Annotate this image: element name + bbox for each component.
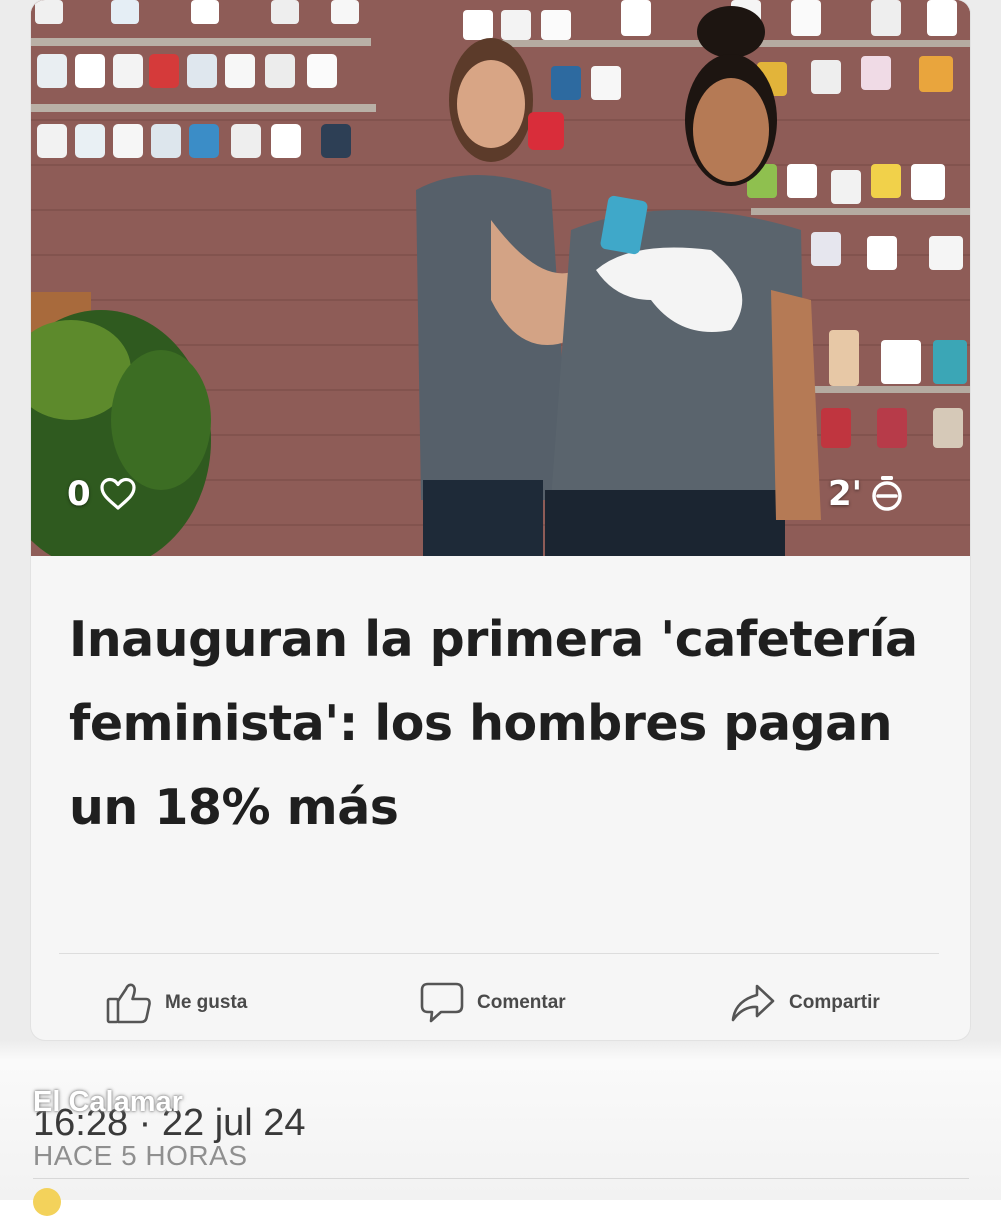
divider bbox=[59, 953, 939, 954]
comment-label: Comentar bbox=[477, 992, 566, 1013]
share-icon bbox=[727, 980, 777, 1026]
news-post-card[interactable]: 0 2' Inauguran la primera 'cafetería fem… bbox=[31, 0, 970, 1040]
share-label: Compartir bbox=[789, 992, 880, 1013]
source-name[interactable]: El Calamar bbox=[33, 1086, 183, 1119]
stopwatch-icon bbox=[870, 475, 904, 513]
likes-counter[interactable]: 0 bbox=[67, 474, 137, 514]
screenshot-frame: 0 2' Inauguran la primera 'cafetería fem… bbox=[0, 0, 1001, 1216]
cafe-photo-illustration bbox=[31, 0, 970, 556]
post-headline[interactable]: Inauguran la primera 'cafetería feminist… bbox=[69, 598, 929, 850]
bottom-divider bbox=[33, 1178, 969, 1179]
read-time: 2' bbox=[828, 474, 904, 514]
like-label: Me gusta bbox=[165, 992, 248, 1013]
heart-icon[interactable] bbox=[99, 477, 137, 511]
thumbs-up-icon bbox=[105, 981, 153, 1025]
comment-icon bbox=[419, 980, 465, 1026]
likes-count: 0 bbox=[67, 474, 91, 514]
comment-button[interactable]: Comentar bbox=[419, 978, 566, 1028]
read-time-value: 2' bbox=[828, 474, 863, 514]
like-button[interactable]: Me gusta bbox=[105, 978, 247, 1028]
post-photo[interactable]: 0 2' bbox=[31, 0, 970, 556]
share-button[interactable]: Compartir bbox=[727, 978, 880, 1028]
emoji-reaction-icon[interactable] bbox=[33, 1188, 61, 1216]
